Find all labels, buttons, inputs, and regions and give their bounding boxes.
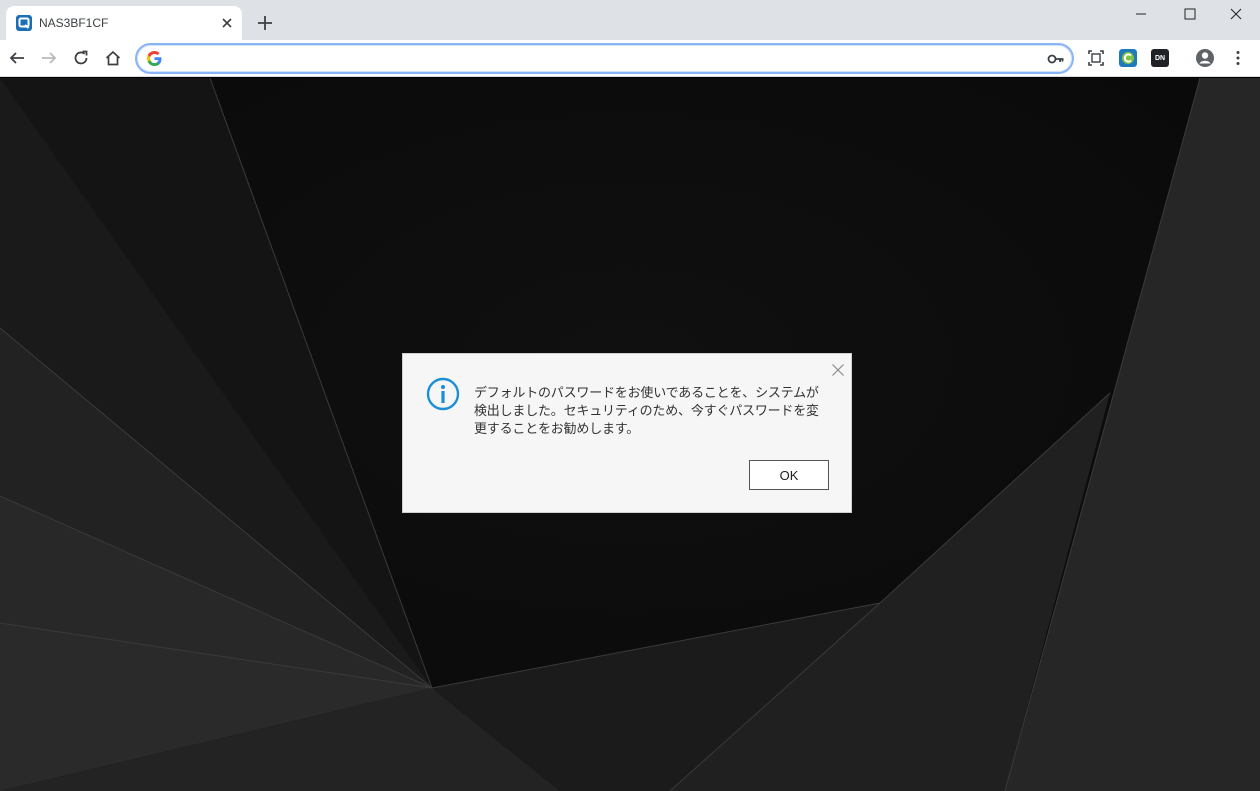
browser-toolbar: DN: [0, 40, 1260, 77]
minimize-button[interactable]: [1118, 0, 1164, 28]
forward-arrow-icon: [42, 52, 57, 64]
qnap-favicon-icon: [16, 15, 32, 31]
home-button[interactable]: [101, 46, 125, 70]
reload-button[interactable]: [69, 46, 93, 70]
tab-title: NAS3BF1CF: [39, 16, 109, 30]
forward-button[interactable]: [37, 46, 61, 70]
window-close-icon: [1230, 8, 1242, 20]
browser-menu-button[interactable]: [1226, 46, 1250, 70]
web-content: デフォルトのパスワードをお使いであることを、システムが検出しました。セキュリティ…: [0, 78, 1260, 791]
google-g-icon: [147, 51, 162, 66]
home-icon: [105, 50, 121, 66]
extension-c-icon[interactable]: [1119, 49, 1137, 67]
back-button[interactable]: [5, 46, 29, 70]
extension-dn-label: DN: [1154, 54, 1166, 62]
reload-icon: [74, 50, 88, 65]
ok-button[interactable]: OK: [749, 460, 829, 490]
screenshot-extension-button[interactable]: [1084, 46, 1108, 70]
default-password-warning-dialog: デフォルトのパスワードをお使いであることを、システムが検出しました。セキュリティ…: [402, 353, 852, 513]
kebab-menu-icon: [1236, 51, 1240, 65]
window-close-button[interactable]: [1213, 0, 1259, 28]
new-tab-icon[interactable]: [256, 14, 274, 32]
maximize-icon: [1184, 8, 1196, 20]
address-bar[interactable]: [135, 43, 1074, 74]
profile-avatar-icon: [1196, 49, 1214, 67]
info-icon: [426, 377, 460, 411]
profile-button[interactable]: [1193, 46, 1217, 70]
minimize-icon: [1136, 13, 1146, 15]
tab-close-icon[interactable]: [219, 15, 235, 31]
back-arrow-icon: [9, 52, 24, 64]
screen-capture-icon: [1088, 50, 1104, 66]
browser-tab[interactable]: NAS3BF1CF: [6, 6, 242, 40]
address-input[interactable]: [171, 49, 1031, 69]
password-key-icon[interactable]: [1047, 51, 1065, 67]
maximize-button[interactable]: [1167, 0, 1213, 28]
browser-tab-strip: NAS3BF1CF: [0, 0, 1260, 40]
dialog-close-icon[interactable]: [831, 363, 845, 377]
dialog-message: デフォルトのパスワードをお使いであることを、システムが検出しました。セキュリティ…: [474, 386, 819, 437]
extension-dn-button[interactable]: DN: [1151, 49, 1169, 67]
